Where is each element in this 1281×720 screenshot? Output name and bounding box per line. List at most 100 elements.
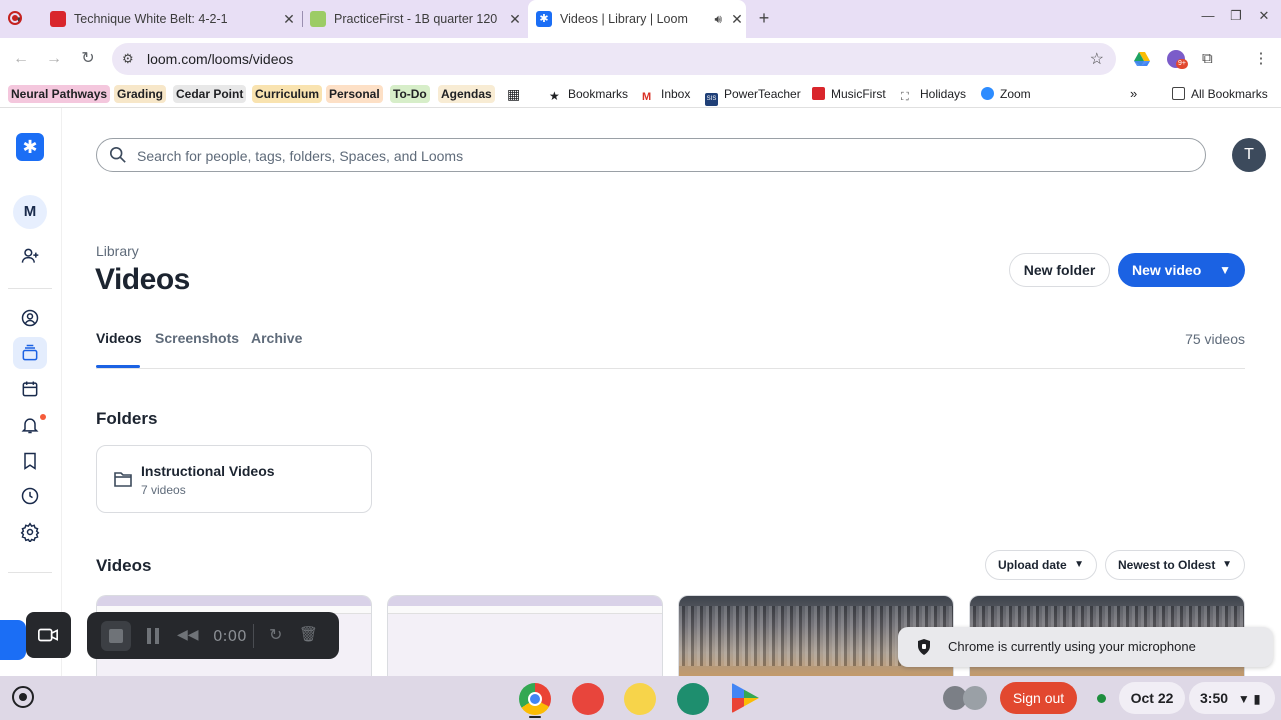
site-info-icon[interactable]: ⚙︎	[122, 51, 134, 67]
minimize-icon[interactable]: —	[1198, 8, 1218, 23]
library-icon[interactable]	[13, 337, 47, 369]
bookmark-folder-neural-pathways[interactable]: Neural Pathways	[8, 85, 111, 103]
bookmark-folder-to-do[interactable]: To-Do	[390, 85, 430, 103]
search-placeholder: Search for people, tags, folders, Spaces…	[137, 148, 464, 164]
tab-technique[interactable]: Technique White Belt: 4-2-1 ✕	[8, 0, 298, 38]
new-video-label: New video	[1132, 262, 1202, 278]
bookmark-label: Inbox	[661, 87, 691, 101]
folder-card[interactable]: Instructional Videos 7 videos	[96, 445, 372, 513]
close-tab-icon[interactable]: ✕	[280, 10, 298, 28]
rewind-icon[interactable]: ◀◀	[177, 626, 199, 643]
tab-practicefirst[interactable]: PracticeFirst - 1B quarter 120 ✕	[310, 0, 524, 38]
restart-icon[interactable]: ↻	[269, 625, 282, 645]
bookmark-label: MusicFirst	[831, 87, 886, 101]
search-input[interactable]: Search for people, tags, folders, Spaces…	[96, 138, 1206, 172]
new-video-button[interactable]: New video ▼	[1118, 253, 1245, 287]
battery-icon: ▮	[1253, 692, 1261, 706]
bookmark-star-icon[interactable]: ☆	[1090, 49, 1104, 69]
sidebar-divider	[8, 288, 52, 289]
address-bar[interactable]: ⚙︎ loom.com/looms/videos ☆	[112, 43, 1116, 75]
bookmark-label: Cedar Point	[176, 87, 244, 101]
sort-order-dropdown[interactable]: Newest to Oldest ▼	[1105, 550, 1245, 580]
status-tray[interactable]: 3:50 ▼ ▮	[1189, 682, 1275, 714]
user-photo-icon[interactable]	[963, 686, 987, 710]
play-store-icon[interactable]	[732, 683, 759, 713]
musicfirst-icon	[812, 87, 825, 100]
bookmark-musicfirst[interactable]: MusicFirst	[808, 85, 890, 103]
user-avatar[interactable]: T	[1232, 138, 1266, 172]
bookmark-zoom[interactable]: Zoom	[977, 85, 1035, 103]
video-thumbnail[interactable]	[387, 595, 663, 677]
profile-icon[interactable]	[18, 306, 42, 330]
more-bookmarks-chevron-icon[interactable]: »	[1126, 85, 1141, 103]
bookmark-folder-curriculum[interactable]: Curriculum	[252, 85, 323, 103]
bookmark-folder-cedar-point[interactable]: Cedar Point	[173, 85, 247, 103]
invite-user-icon[interactable]	[18, 244, 42, 268]
stop-button[interactable]	[101, 621, 131, 651]
forward-button[interactable]: →	[42, 47, 66, 71]
bookmark-powerteacher[interactable]: SIS PowerTeacher	[701, 85, 805, 106]
tab-loom-videos[interactable]: ✱ Videos | Library | Loom 🔊︎ ✕	[528, 0, 746, 38]
recording-timer: 0:00	[213, 627, 247, 645]
sort-by-dropdown[interactable]: Upload date ▼	[985, 550, 1097, 580]
bookmark-folder-agendas[interactable]: Agendas	[438, 85, 495, 103]
back-button[interactable]: ←	[9, 47, 33, 71]
classroom-app-icon[interactable]	[677, 683, 709, 715]
chevron-down-icon: ▼	[1074, 559, 1084, 570]
bookmark-label: To-Do	[393, 87, 427, 101]
recording-icon	[8, 11, 22, 25]
tab-screenshots[interactable]: Screenshots	[155, 330, 239, 346]
stop-icon	[109, 629, 123, 643]
restore-icon[interactable]: ❐	[1226, 8, 1246, 24]
history-clock-icon[interactable]	[18, 484, 42, 508]
close-tab-icon[interactable]: ✕	[728, 10, 746, 28]
teaching-app-icon[interactable]	[624, 683, 656, 715]
chrome-menu-icon[interactable]: ⋮	[1252, 50, 1270, 68]
os-shelf: Sign out Oct 22 3:50 ▼ ▮	[0, 676, 1281, 720]
recorder-tab[interactable]	[0, 620, 26, 660]
tab-archive[interactable]: Archive	[251, 330, 302, 346]
folder-video-count: 7 videos	[141, 483, 186, 497]
apps-grid-icon[interactable]: ▦	[503, 85, 524, 103]
close-tab-icon[interactable]: ✕	[506, 10, 524, 28]
new-folder-button[interactable]: New folder	[1009, 253, 1110, 287]
notifications-bell-icon[interactable]	[18, 413, 42, 437]
date-tray[interactable]: Oct 22	[1119, 682, 1185, 714]
extension-badge-icon[interactable]: 9+	[1167, 50, 1188, 69]
wifi-icon: ▼	[1237, 692, 1250, 706]
reload-button[interactable]: ↻	[76, 47, 100, 71]
notification-dot	[40, 414, 46, 420]
breadcrumb[interactable]: Library	[96, 243, 139, 259]
sign-out-button[interactable]: Sign out	[1000, 682, 1077, 714]
bookmark-holidays[interactable]: ⛶ Holidays	[897, 85, 970, 103]
chrome-app-icon[interactable]	[519, 683, 551, 715]
tabs-divider	[96, 368, 1245, 369]
loom-sidebar: ✱ M	[0, 108, 62, 676]
google-drive-icon[interactable]	[1133, 50, 1151, 68]
tab-title: Technique White Belt: 4-2-1	[74, 12, 228, 26]
new-tab-button[interactable]: +	[754, 8, 774, 28]
all-bookmarks-button[interactable]: All Bookmarks	[1168, 85, 1272, 103]
camera-toggle-button[interactable]	[26, 612, 71, 658]
folder-name: Instructional Videos	[141, 463, 275, 479]
bookmark-label: Neural Pathways	[11, 87, 108, 101]
bookmark-icon[interactable]	[18, 449, 42, 473]
calendar-icon[interactable]	[18, 377, 42, 401]
extensions-puzzle-icon[interactable]: ⧉	[1202, 50, 1220, 68]
bookmark-inbox[interactable]: M Inbox	[638, 85, 694, 103]
bookmark-bookmarks[interactable]: ★ Bookmarks	[545, 85, 632, 103]
pause-button[interactable]	[147, 628, 159, 644]
loom-logo-icon[interactable]: ✱	[16, 133, 44, 161]
bookmark-folder-personal[interactable]: Personal	[326, 85, 383, 103]
workspace-avatar[interactable]: M	[13, 195, 47, 229]
settings-gear-icon[interactable]	[18, 520, 42, 544]
bookmarks-bar: Neural Pathways Grading Cedar Point Curr…	[0, 80, 1281, 108]
tab-videos[interactable]: Videos	[96, 330, 142, 346]
bookmark-folder-grading[interactable]: Grading	[114, 85, 167, 103]
audio-playing-icon[interactable]: 🔊︎	[714, 12, 722, 27]
canvas-app-icon[interactable]	[572, 683, 604, 715]
trash-icon[interactable]: 🗑︎	[299, 625, 318, 643]
launcher-icon[interactable]	[12, 686, 34, 708]
close-window-icon[interactable]: ✕	[1254, 8, 1274, 24]
chevron-down-icon[interactable]: ▼	[1219, 253, 1231, 287]
